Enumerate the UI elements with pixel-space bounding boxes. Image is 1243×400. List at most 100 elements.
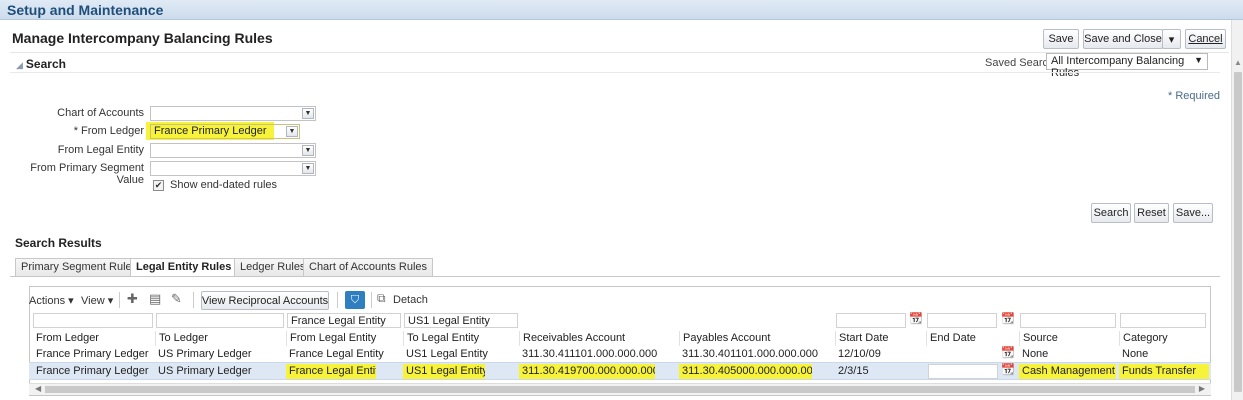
vertical-scroll-thumb[interactable] (1234, 72, 1242, 392)
horizontal-scrollbar[interactable]: ◀ ▶ (29, 383, 1211, 395)
col-header-source[interactable]: Source (1019, 331, 1119, 346)
tab-legal-entity-rules[interactable]: Legal Entity Rules (130, 258, 238, 277)
toolbar-separator (193, 292, 194, 308)
from-primary-segment-select[interactable]: ▼ (150, 161, 316, 176)
chart-of-accounts-label: Chart of Accounts (57, 107, 144, 119)
cell-to-ledger: US Primary Ledger (158, 348, 252, 360)
search-section-header[interactable]: ◢ Search (16, 57, 66, 71)
filter-start-date[interactable] (836, 313, 906, 328)
show-end-dated-checkbox[interactable]: ✔ (153, 180, 164, 191)
table-toolbar: Actions ▾ View ▾ ✚ ▤ ✎ View Reciprocal A… (29, 289, 1209, 311)
col-header-end-date[interactable]: End Date (926, 331, 1019, 346)
from-primary-segment-label: From Primary Segment Value (30, 162, 144, 186)
collapse-triangle-icon[interactable]: ◢ (16, 60, 23, 71)
filter-source[interactable] (1020, 313, 1116, 328)
edit-list-icon[interactable]: ▤ (149, 291, 161, 307)
calendar-icon[interactable]: 📆 (909, 312, 923, 325)
calendar-icon[interactable]: 📆 (1001, 363, 1015, 376)
calendar-icon[interactable]: 📆 (1001, 312, 1015, 325)
col-header-to-ledger[interactable]: To Ledger (155, 331, 286, 346)
cell-payables-account: 311.30.405000.000.000.000 (679, 364, 812, 379)
page-title: Manage Intercompany Balancing Rules (12, 30, 273, 46)
cell-to-ledger: US Primary Ledger (158, 365, 252, 377)
from-ledger-label: * From Ledger (73, 125, 144, 137)
cell-category: Funds Transfer (1119, 364, 1209, 379)
col-header-payables-account[interactable]: Payables Account (679, 331, 835, 346)
dropdown-arrow-icon: ▼ (302, 108, 314, 119)
scroll-up-icon[interactable]: ▲ (1234, 58, 1242, 67)
cell-end-date[interactable] (928, 364, 998, 379)
dropdown-arrow-icon: ▼ (1194, 55, 1203, 65)
cell-start-date: 12/10/09 (838, 348, 881, 360)
search-results-heading: Search Results (15, 236, 102, 250)
tab-primary-segment-rules[interactable]: Primary Segment Rules (15, 258, 144, 276)
save-and-close-button[interactable]: Save and Close (1083, 29, 1163, 49)
filter-to-legal-entity[interactable]: US1 Legal Entity (404, 313, 518, 328)
filter-to-ledger[interactable] (156, 313, 284, 328)
checkmark-icon: ✔ (154, 180, 163, 190)
save-button[interactable]: Save (1043, 29, 1079, 49)
cell-receivables-account: 311.30.419700.000.000.000 (519, 364, 655, 379)
toolbar-separator (119, 292, 120, 308)
cell-from-ledger: France Primary Ledger (36, 348, 149, 360)
query-by-example-icon[interactable]: ⛉ (345, 291, 365, 309)
cell-to-legal-entity: US1 Legal Entity (403, 364, 485, 379)
filter-from-legal-entity[interactable]: France Legal Entity (287, 313, 401, 328)
scroll-left-icon[interactable]: ◀ (35, 384, 41, 393)
tab-underline (10, 276, 1220, 277)
app-title-bar: Setup and Maintenance (0, 0, 1243, 20)
chart-of-accounts-select[interactable]: ▼ (150, 106, 316, 121)
actions-label: Actions (29, 295, 66, 307)
search-button[interactable]: Search (1091, 203, 1131, 223)
dropdown-arrow-icon: ▼ (302, 163, 314, 174)
show-end-dated-label: Show end-dated rules (170, 179, 278, 191)
pencil-icon[interactable]: ✎ (171, 291, 182, 307)
vertical-scrollbar[interactable]: ▲ (1231, 20, 1243, 400)
horizontal-scroll-thumb[interactable] (45, 386, 1195, 393)
toolbar-separator (337, 292, 338, 308)
actions-menu[interactable]: Actions ▾ (29, 294, 74, 307)
dropdown-arrow-icon: ▼ (286, 126, 298, 137)
scroll-right-icon[interactable]: ▶ (1199, 384, 1205, 393)
cell-source: Cash Management (1019, 364, 1116, 379)
view-reciprocal-accounts-button[interactable]: View Reciprocal Accounts (201, 291, 329, 310)
from-ledger-select[interactable]: France Primary Ledger ▼ (150, 124, 300, 139)
col-header-category[interactable]: Category (1119, 331, 1209, 346)
cell-start-date: 2/3/15 (838, 365, 869, 377)
add-icon[interactable]: ✚ (127, 291, 138, 307)
from-legal-entity-select[interactable]: ▼ (150, 143, 316, 158)
saved-search-select[interactable]: All Intercompany Balancing Rules ▼ (1046, 53, 1208, 79)
detach-button[interactable]: Detach (393, 294, 428, 306)
col-header-from-legal-entity[interactable]: From Legal Entity (286, 331, 403, 346)
view-menu[interactable]: View ▾ (81, 294, 113, 307)
detach-icon[interactable]: ⧉ (377, 291, 386, 306)
from-legal-entity-label: From Legal Entity (57, 144, 144, 156)
cell-from-legal-entity: France Legal Entity (286, 364, 376, 379)
cell-category: None (1122, 348, 1149, 360)
cell-end-date[interactable] (926, 347, 998, 362)
calendar-icon[interactable]: 📆 (1001, 346, 1015, 359)
cancel-button[interactable]: Cancel (1185, 29, 1226, 49)
save-search-button[interactable]: Save... (1173, 203, 1213, 223)
filter-category[interactable] (1120, 313, 1206, 328)
view-label: View (81, 295, 105, 307)
filter-end-date[interactable] (927, 313, 997, 328)
required-note: * Required (1168, 90, 1220, 102)
toolbar-separator (371, 292, 372, 308)
tab-ledger-rules[interactable]: Ledger Rules (234, 258, 312, 276)
cell-payables-account: 311.30.401101.000.000.000 (682, 348, 819, 360)
cell-source: None (1022, 348, 1049, 360)
reset-button[interactable]: Reset (1134, 203, 1169, 223)
col-header-start-date[interactable]: Start Date (835, 331, 926, 346)
dropdown-arrow-icon: ▼ (302, 145, 314, 156)
filter-from-ledger[interactable] (33, 313, 153, 328)
saved-search-label: Saved Search (985, 57, 1055, 69)
save-options-dropdown[interactable]: ▾ (1162, 29, 1181, 49)
tab-chart-of-accounts-rules[interactable]: Chart of Accounts Rules (303, 258, 434, 276)
cell-receivables-account: 311.30.411101.000.000.000 (522, 348, 658, 360)
col-header-to-legal-entity[interactable]: To Legal Entity (403, 331, 519, 346)
cell-from-ledger: France Primary Ledger (36, 365, 149, 377)
from-ledger-value: France Primary Ledger (154, 125, 267, 137)
col-header-receivables-account[interactable]: Receivables Account (519, 331, 679, 346)
col-header-from-ledger[interactable]: From Ledger (33, 331, 155, 346)
